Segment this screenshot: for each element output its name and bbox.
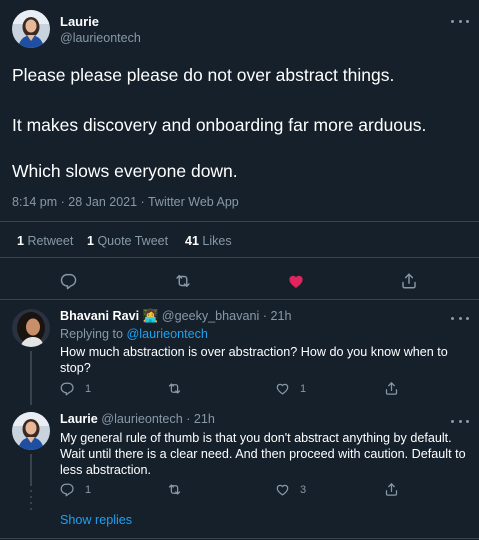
like-action[interactable]: 1 <box>275 381 306 396</box>
divider <box>0 538 479 539</box>
reply-avatar[interactable] <box>12 309 50 347</box>
more-options-icon[interactable] <box>451 15 469 27</box>
like-icon[interactable] <box>287 272 305 290</box>
like-count: 3 <box>300 483 307 496</box>
reply-text: How much abstraction is over abstraction… <box>60 345 448 375</box>
share-icon[interactable] <box>384 381 399 396</box>
retweet-icon <box>168 484 181 495</box>
thread-connector <box>30 351 32 405</box>
likes-count: 41 <box>185 234 199 248</box>
more-options-icon[interactable] <box>451 415 469 427</box>
show-replies-link[interactable]: Show replies <box>60 513 132 527</box>
reply-icon[interactable] <box>60 272 78 290</box>
reply-author-name[interactable]: Laurie <box>60 412 98 426</box>
tweet-paragraph-1: Please please please do not over abstrac… <box>12 65 395 85</box>
reply-author-name[interactable]: Bhavani Ravi <box>60 309 139 323</box>
retweet-icon <box>168 383 181 394</box>
replying-to: Replying to @laurieontech <box>60 327 208 341</box>
author-avatar[interactable] <box>12 10 50 48</box>
author-name[interactable]: Laurie <box>60 14 99 29</box>
thread-connector <box>30 454 32 486</box>
retweets-label: Retweet <box>27 234 74 248</box>
reply-text: My general rule of thumb is that you don… <box>60 431 466 477</box>
retweet-icon[interactable] <box>174 272 192 290</box>
divider <box>0 299 479 300</box>
reply-author-handle[interactable]: @geeky_bhavani <box>162 309 260 323</box>
like-action[interactable]: 3 <box>275 482 306 497</box>
badge-emoji: 👩‍💻 <box>142 309 159 323</box>
like-count: 1 <box>300 382 307 395</box>
replying-to-link[interactable]: @laurieontech <box>127 327 208 341</box>
retweets-stat[interactable]: 1 Retweet <box>17 234 73 248</box>
author-handle[interactable]: @laurieontech <box>60 31 141 45</box>
reply-count: 1 <box>85 382 92 395</box>
reply-action[interactable]: 1 <box>60 381 91 396</box>
reply-author-handle[interactable]: @laurieontech <box>101 412 182 426</box>
tweet-paragraph-2: It makes discovery and onboarding far mo… <box>12 115 427 135</box>
reply-header: Laurie @laurieontech · 21h <box>60 412 215 426</box>
retweet-action[interactable] <box>167 381 192 396</box>
divider <box>0 221 479 222</box>
like-icon <box>276 383 289 395</box>
reply-header: Bhavani Ravi 👩‍💻 @geeky_bhavani · 21h <box>60 309 292 324</box>
share-icon[interactable] <box>400 272 418 290</box>
quote-tweets-stat[interactable]: 1 Quote Tweet <box>87 234 168 248</box>
retweet-action[interactable] <box>167 482 192 497</box>
reply-time[interactable]: · 21h <box>263 309 292 323</box>
divider <box>0 257 479 258</box>
reply-time[interactable]: · 21h <box>186 412 215 426</box>
thread-dots <box>30 490 32 514</box>
likes-stat[interactable]: 41 Likes <box>185 234 232 248</box>
reply-avatar[interactable] <box>12 412 50 450</box>
reply-count: 1 <box>85 483 92 496</box>
more-options-icon[interactable] <box>451 312 469 324</box>
quote-tweets-label: Quote Tweet <box>97 234 169 248</box>
replying-to-prefix: Replying to <box>60 327 124 341</box>
share-icon[interactable] <box>384 482 399 497</box>
reply-icon <box>60 382 74 396</box>
retweets-count: 1 <box>17 234 24 248</box>
tweet-meta[interactable]: 8:14 pm · 28 Jan 2021 · Twitter Web App <box>12 195 239 209</box>
quote-tweets-count: 1 <box>87 234 94 248</box>
reply-icon <box>60 483 74 497</box>
likes-label: Likes <box>202 234 232 248</box>
like-icon <box>276 484 289 496</box>
tweet-paragraph-3: Which slows everyone down. <box>12 161 238 181</box>
reply-action[interactable]: 1 <box>60 482 91 497</box>
